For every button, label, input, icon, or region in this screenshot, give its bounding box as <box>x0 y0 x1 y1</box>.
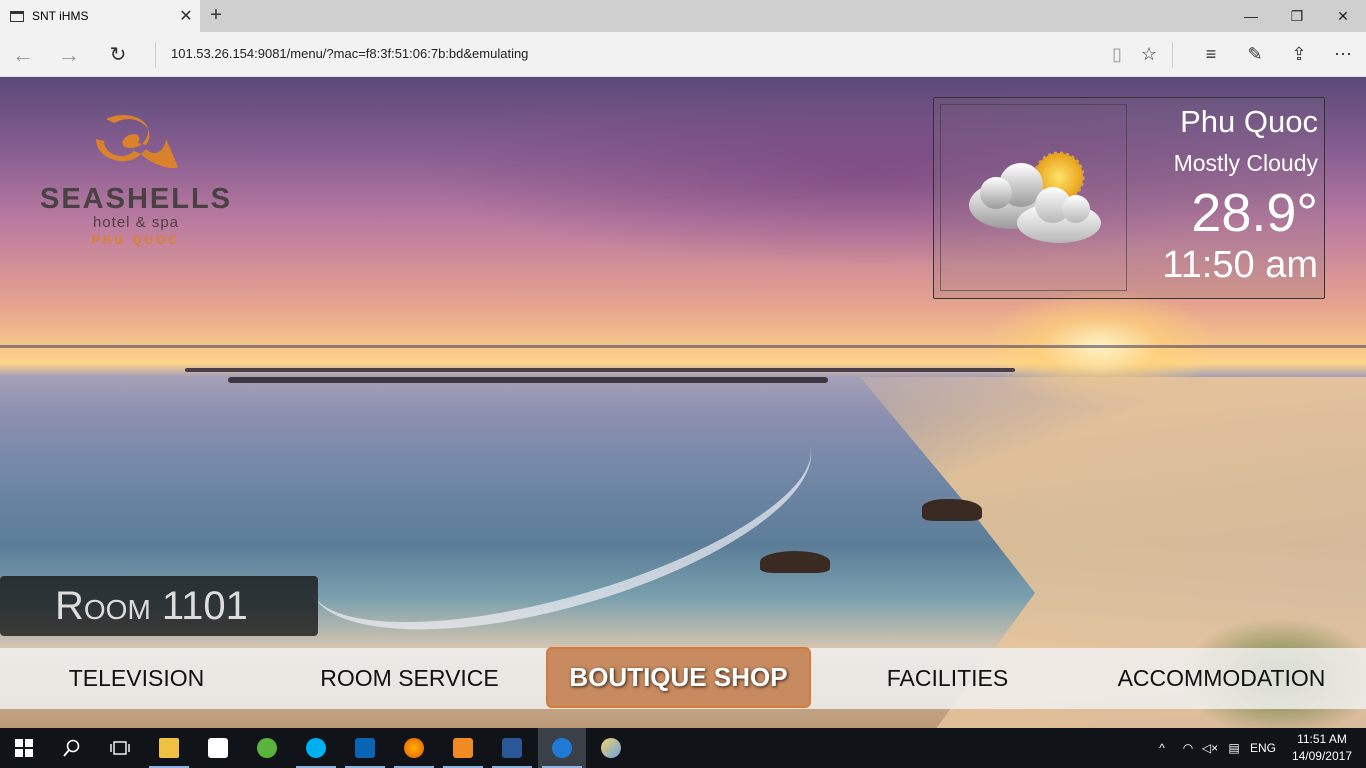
taskbar-outlook[interactable] <box>341 728 389 768</box>
brand-subtitle: hotel & spa <box>92 214 180 231</box>
volume-muted-icon[interactable]: ◁× <box>1198 728 1222 768</box>
web-note-icon[interactable]: ✎ <box>1233 32 1277 77</box>
weather-icon-box <box>940 104 1127 291</box>
divider <box>1172 42 1173 68</box>
outlook-icon <box>355 738 375 758</box>
notification-icon[interactable]: ▤ <box>1222 728 1246 768</box>
wifi-icon[interactable]: ◠ <box>1176 728 1200 768</box>
hotel-menu-page: SEASHELLS hotel & spa PHU QUOC Phu Quoc … <box>0 77 1366 728</box>
firefox-icon <box>404 738 424 758</box>
page-icon <box>10 10 24 22</box>
room-badge: Room 1101 <box>0 576 318 636</box>
back-button[interactable]: ← <box>0 32 46 77</box>
restore-button[interactable]: ❐ <box>1274 0 1320 32</box>
taskbar-edge[interactable] <box>538 728 586 768</box>
share-icon[interactable]: ⇪ <box>1277 32 1321 77</box>
address-bar: ← → ↻ 101.53.26.154:9081/menu/?mac=f8:3f… <box>0 32 1366 77</box>
minimize-button[interactable]: — <box>1228 0 1274 32</box>
paint-icon <box>601 738 621 758</box>
windows-logo-icon <box>15 739 33 757</box>
window-controls: — ❐ ✕ <box>1228 0 1366 32</box>
browser-tab-bar: SNT iHMS ✕ + — ❐ ✕ <box>0 0 1366 32</box>
menu-item-boutique-shop[interactable]: BOUTIQUE SHOP <box>546 647 811 708</box>
taskbar-foxit[interactable] <box>439 728 487 768</box>
weather-city: Phu Quoc <box>1180 104 1318 139</box>
close-tab-icon[interactable]: ✕ <box>172 6 200 26</box>
room-number: Room 1101 <box>55 584 248 628</box>
search-button[interactable] <box>48 728 96 768</box>
skype-icon <box>306 738 326 758</box>
hotel-logo: SEASHELLS hotel & spa PHU QUOC <box>36 109 236 247</box>
seashell-logo-icon <box>96 115 178 169</box>
new-tab-button[interactable]: + <box>204 4 228 28</box>
system-clock[interactable]: 11:51 AM 14/09/2017 <box>1292 731 1352 765</box>
store-icon <box>208 738 228 758</box>
partly-cloudy-icon <box>969 151 1101 243</box>
taskbar-file-explorer[interactable] <box>145 728 193 768</box>
pdf-reader-icon <box>453 738 473 758</box>
show-hidden-icons-button[interactable]: ^ <box>1150 728 1174 768</box>
brand-location: PHU QUOC <box>91 233 181 247</box>
taskbar-app-green[interactable] <box>243 728 291 768</box>
browser-tab[interactable]: SNT iHMS ✕ <box>0 0 200 32</box>
search-icon <box>63 739 80 757</box>
refresh-button[interactable]: ↻ <box>95 32 141 77</box>
main-menu-bar: TELEVISION ROOM SERVICE BOUTIQUE SHOP FA… <box>0 647 1366 709</box>
taskbar-word[interactable] <box>488 728 536 768</box>
divider <box>155 42 156 68</box>
background-jetty <box>185 368 1015 372</box>
weather-temperature: 28.9° <box>1191 183 1318 243</box>
url-field[interactable]: 101.53.26.154:9081/menu/?mac=f8:3f:51:06… <box>171 46 528 61</box>
clock-date: 14/09/2017 <box>1291 749 1352 763</box>
taskbar-skype[interactable] <box>292 728 340 768</box>
word-icon <box>502 738 522 758</box>
background-horizon <box>0 345 1366 348</box>
weather-condition: Mostly Cloudy <box>1173 150 1318 176</box>
background-rock <box>922 499 982 521</box>
menu-item-room-service[interactable]: ROOM SERVICE <box>273 648 546 709</box>
taskbar-store[interactable] <box>194 728 242 768</box>
input-language[interactable]: ENG <box>1248 728 1278 768</box>
favorite-star-icon[interactable]: ☆ <box>1127 32 1171 77</box>
task-view-icon <box>110 741 130 755</box>
edge-icon <box>552 738 572 758</box>
background-jetty <box>228 377 828 383</box>
taskbar-paint[interactable] <box>587 728 635 768</box>
green-app-icon <box>257 738 277 758</box>
clock-time: 11:51 AM <box>1297 732 1347 746</box>
hub-icon[interactable]: ≡ <box>1189 32 1233 77</box>
taskbar-firefox[interactable] <box>390 728 438 768</box>
menu-item-television[interactable]: TELEVISION <box>0 648 273 709</box>
menu-item-facilities[interactable]: FACILITIES <box>811 648 1084 709</box>
tab-title: SNT iHMS <box>32 9 89 23</box>
menu-item-accommodation[interactable]: ACCOMMODATION <box>1084 648 1359 709</box>
windows-taskbar: ^ ◠ ◁× ▤ ENG 11:51 AM 14/09/2017 <box>0 728 1366 768</box>
task-view-button[interactable] <box>96 728 144 768</box>
start-button[interactable] <box>0 728 48 768</box>
brand-name: SEASHELLS <box>39 183 233 215</box>
close-window-button[interactable]: ✕ <box>1320 0 1366 32</box>
background-rock <box>760 551 830 573</box>
folder-icon <box>159 738 179 758</box>
forward-button[interactable]: → <box>46 32 92 77</box>
background-wave <box>285 358 835 676</box>
weather-widget: Phu Quoc Mostly Cloudy 28.9° 11:50 am <box>933 97 1325 299</box>
more-options-icon[interactable]: ⋯ <box>1321 32 1365 77</box>
weather-time: 11:50 am <box>1162 244 1318 286</box>
